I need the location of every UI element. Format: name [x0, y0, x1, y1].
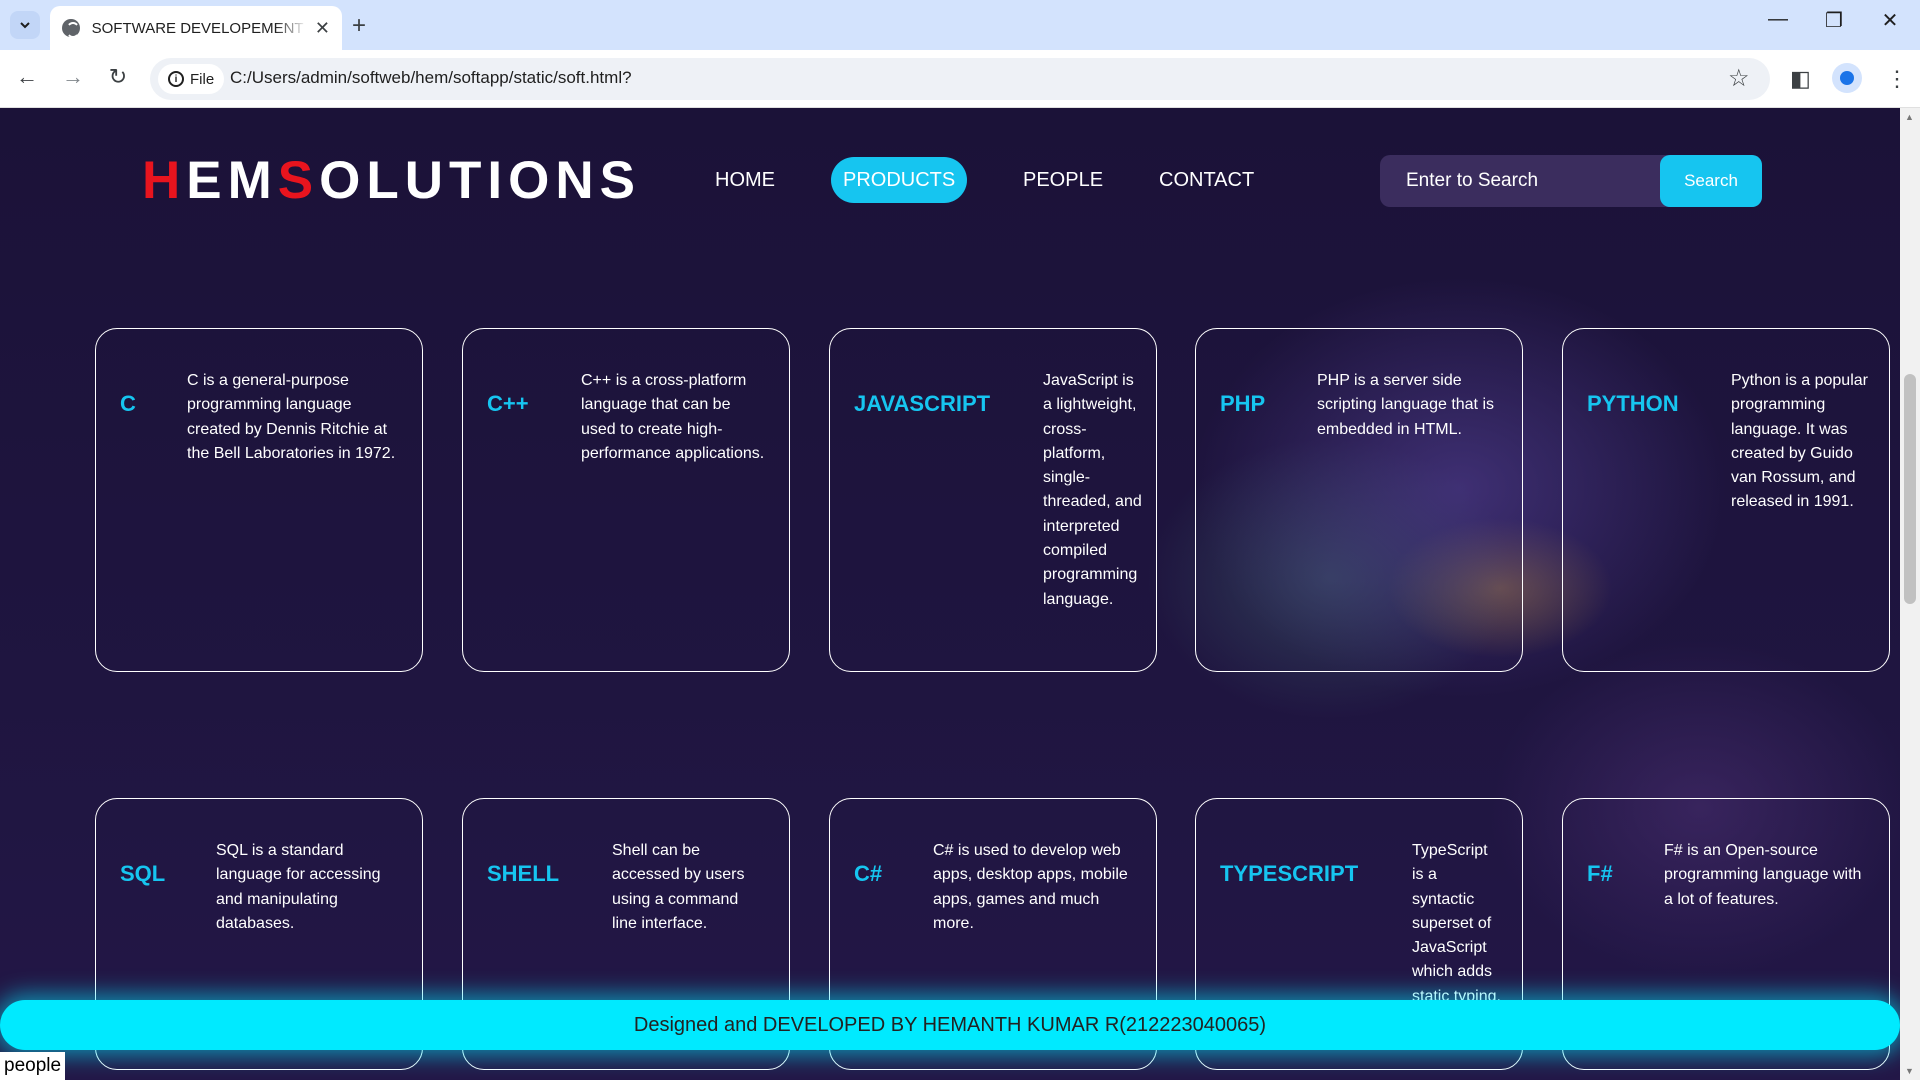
card-description: JavaScript is a lightweight, cross-platf…: [1043, 372, 1142, 608]
card-title: TYPESCRIPT: [1220, 861, 1359, 886]
card-php[interactable]: PHP PHP is a server side scripting langu…: [1195, 328, 1523, 672]
tab-title: SOFTWARE DEVELOPEMENT C: [91, 19, 307, 37]
nav-products[interactable]: PRODUCTS: [831, 157, 968, 203]
card-title: F#: [1587, 861, 1613, 886]
logo-letters-olutions: OLUTIONS: [319, 151, 641, 210]
nav-contact[interactable]: CONTACT: [1147, 157, 1266, 203]
browser-toolbar: ← → ↻ i File C:/Users/admin/softweb/hem/…: [0, 50, 1920, 108]
nav-home[interactable]: HOME: [703, 157, 787, 203]
footer-bar: Designed and DEVELOPED BY HEMANTH KUMAR …: [0, 1000, 1900, 1050]
browser-tab[interactable]: SOFTWARE DEVELOPEMENT C ✕: [50, 6, 342, 50]
card-title: JAVASCRIPT: [854, 391, 991, 416]
card-title: SQL: [120, 861, 166, 886]
logo-letter-h: H: [142, 151, 187, 210]
card-cpp[interactable]: C++ C++ is a cross-platform language tha…: [462, 328, 790, 672]
forward-icon[interactable]: →: [58, 64, 88, 90]
search-button[interactable]: Search: [1660, 155, 1762, 207]
card-title: C: [120, 391, 136, 416]
url-text[interactable]: C:/Users/admin/softweb/hem/softapp/stati…: [230, 68, 632, 88]
footer-credit: Designed and DEVELOPED BY HEMANTH KUMAR …: [633, 1013, 1267, 1036]
globe-icon: [62, 19, 80, 38]
search-input[interactable]: [1380, 155, 1660, 207]
card-description: Shell can be accessed by users using a c…: [612, 842, 745, 932]
site-logo[interactable]: HEMSOLUTIONS: [142, 150, 641, 211]
logo-letters-em: EM: [186, 151, 278, 210]
card-description: PHP is a server side scripting language …: [1317, 372, 1494, 438]
card-description: C is a general-purpose programming langu…: [187, 372, 396, 462]
card-description: TypeScript is a syntactic superset of Ja…: [1412, 842, 1501, 1005]
card-title: PYTHON: [1587, 391, 1679, 416]
card-description: C++ is a cross-platform language that ca…: [581, 372, 765, 462]
card-title: SHELL: [487, 861, 560, 886]
card-description: C# is used to develop web apps, desktop …: [933, 842, 1128, 932]
new-tab-button[interactable]: +: [352, 12, 366, 40]
card-title: PHP: [1220, 391, 1266, 416]
bookmark-star-icon[interactable]: ☆: [1728, 64, 1750, 93]
scroll-down-icon[interactable]: ▼: [1905, 1066, 1914, 1076]
info-icon: i: [168, 71, 184, 87]
chevron-down-icon: [20, 22, 30, 29]
card-description: Python is a popular programming language…: [1731, 372, 1868, 511]
close-tab-icon[interactable]: ✕: [315, 18, 330, 39]
scrollbar-thumb[interactable]: [1904, 374, 1916, 604]
card-python[interactable]: PYTHON Python is a popular programming l…: [1562, 328, 1890, 672]
card-title: C#: [854, 861, 883, 886]
card-title: C++: [487, 391, 529, 416]
person-icon: [1840, 71, 1854, 85]
back-icon[interactable]: ←: [12, 64, 42, 90]
site-info-label: File: [190, 70, 215, 88]
minimize-icon[interactable]: —: [1758, 8, 1798, 31]
search-form: Search: [1380, 155, 1762, 207]
nav-people[interactable]: PEOPLE: [1011, 157, 1115, 203]
tab-strip: SOFTWARE DEVELOPEMENT C ✕ + — ❐ ✕: [0, 0, 1920, 50]
scroll-up-icon[interactable]: ▲: [1905, 112, 1914, 122]
profile-avatar[interactable]: [1832, 63, 1862, 93]
close-window-icon[interactable]: ✕: [1870, 8, 1910, 33]
tab-search-button[interactable]: [10, 11, 40, 39]
side-panel-icon[interactable]: ◧: [1790, 66, 1811, 92]
card-c[interactable]: C C is a general-purpose programming lan…: [95, 328, 423, 672]
address-bar[interactable]: i File C:/Users/admin/softweb/hem/softap…: [150, 58, 1770, 100]
site-info-chip[interactable]: i File: [158, 64, 225, 94]
card-description: F# is an Open-source programming languag…: [1664, 842, 1862, 908]
reload-icon[interactable]: ↻: [103, 64, 133, 90]
logo-letter-s: S: [277, 151, 320, 210]
menu-kebab-icon[interactable]: ⋮: [1886, 66, 1908, 92]
card-javascript[interactable]: JAVASCRIPT JavaScript is a lightweight, …: [829, 328, 1157, 672]
vertical-scrollbar[interactable]: ▲ ▼: [1900, 108, 1920, 1080]
card-description: SQL is a standard language for accessing…: [216, 842, 381, 932]
restore-icon[interactable]: ❐: [1814, 8, 1854, 33]
link-status-text: people: [0, 1052, 66, 1080]
page-viewport: HEMSOLUTIONS HOME PRODUCTS PEOPLE CONTAC…: [0, 108, 1900, 1080]
